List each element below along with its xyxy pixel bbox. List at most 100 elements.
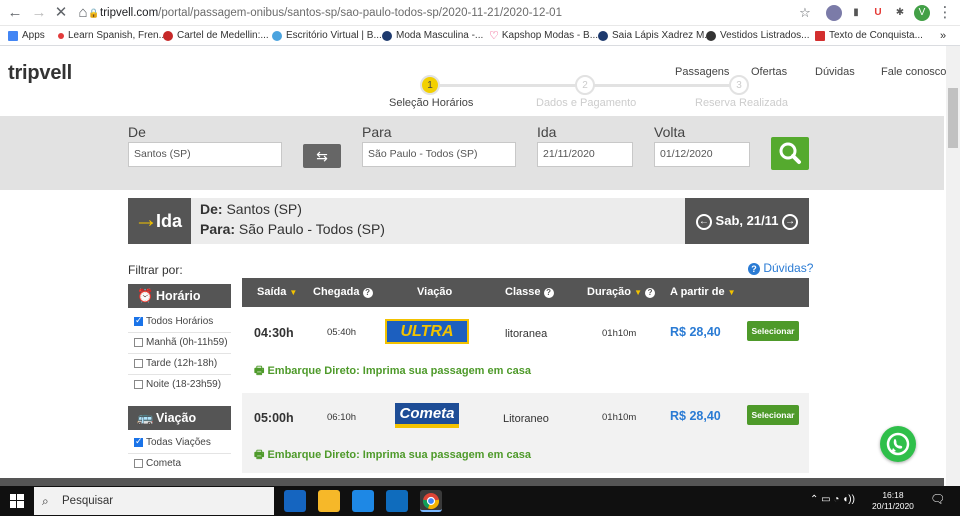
- direction-label: Ida: [156, 211, 183, 231]
- clock[interactable]: 16:18 20/11/2020: [872, 490, 914, 512]
- filter-viacao-header[interactable]: 🚌 Viação: [128, 406, 231, 430]
- destination-input[interactable]: São Paulo - Todos (SP): [362, 142, 516, 167]
- swap-arrows-icon: ⇆: [316, 148, 328, 164]
- address-bar[interactable]: tripvell.com/portal/passagem-onibus/sant…: [100, 4, 820, 22]
- back-icon[interactable]: ←: [6, 4, 24, 22]
- checkbox[interactable]: [134, 338, 143, 347]
- question-icon: ?: [543, 288, 554, 298]
- bookmark-saia-lapis[interactable]: Saia Lápis Xadrez M...: [598, 28, 713, 44]
- nav-ofertas[interactable]: Ofertas: [751, 66, 787, 78]
- bookmark-star-icon[interactable]: ☆: [796, 4, 814, 22]
- filter-tarde[interactable]: Tarde (12h-18h): [134, 358, 217, 369]
- help-link[interactable]: ? Dúvidas?: [748, 261, 813, 275]
- bookmark-moda-masculina[interactable]: Moda Masculina -...: [382, 28, 483, 44]
- departure-time: 05:00h: [254, 411, 294, 425]
- search-icon: ⌕: [42, 494, 49, 508]
- price: R$ 28,40: [670, 409, 721, 423]
- prev-day-icon[interactable]: ←: [695, 213, 712, 230]
- select-button[interactable]: Selecionar: [747, 405, 799, 425]
- checkbox[interactable]: [134, 359, 143, 368]
- scrollbar-thumb[interactable]: [948, 88, 958, 148]
- taskbar-search[interactable]: ⌕ Pesquisar: [34, 487, 274, 515]
- browser-menu-icon[interactable]: ⋮: [936, 4, 954, 22]
- filter-noite[interactable]: Noite (18-23h59): [134, 379, 221, 390]
- mail-icon[interactable]: [386, 490, 408, 512]
- column-duracao[interactable]: Duração ▼ ?: [587, 286, 656, 298]
- para-prefix: Para:: [200, 221, 236, 237]
- nav-duvidas[interactable]: Dúvidas: [815, 66, 855, 78]
- checkbox[interactable]: [134, 380, 143, 389]
- next-day-icon[interactable]: →: [782, 213, 799, 230]
- departure-date-input[interactable]: 21/11/2020: [537, 142, 633, 167]
- sort-caret-icon: ▼: [727, 288, 736, 297]
- whatsapp-chat-button[interactable]: [880, 426, 916, 462]
- swap-cities-button[interactable]: ⇆: [303, 144, 341, 168]
- filter-horario-header[interactable]: ⏰ Horário: [128, 284, 231, 308]
- nav-passagens[interactable]: Passagens: [675, 66, 729, 78]
- company-logo-ultra: ULTRA: [385, 319, 469, 344]
- column-saida[interactable]: Saída ▼: [257, 286, 297, 298]
- task-view-icon[interactable]: [284, 490, 306, 512]
- direction-badge: → Ida: [128, 198, 191, 244]
- checkbox[interactable]: [134, 315, 143, 326]
- bookmark-texto-conquista[interactable]: Texto de Conquista...: [815, 28, 923, 44]
- column-preco[interactable]: A partir de ▼: [670, 286, 736, 298]
- bookmark-favicon-icon: [598, 31, 608, 41]
- chrome-icon[interactable]: [420, 490, 442, 512]
- extension-bottle-icon[interactable]: ▮: [848, 5, 864, 21]
- bookmark-vestidos[interactable]: Vestidos Listrados...: [706, 28, 810, 44]
- column-classe[interactable]: Classe ?: [505, 286, 554, 298]
- column-viacao[interactable]: Viação: [417, 286, 452, 298]
- sort-caret-icon: ▼: [289, 288, 298, 297]
- filter-manha[interactable]: Manhã (0h-11h59): [134, 337, 228, 348]
- column-chegada[interactable]: Chegada ?: [313, 286, 373, 298]
- bookmark-apps[interactable]: Apps: [8, 28, 45, 44]
- filter-title: Filtrar por:: [128, 263, 183, 277]
- extension-u-icon[interactable]: U: [870, 5, 886, 21]
- return-date-input[interactable]: 01/12/2020: [654, 142, 750, 167]
- embarque-direto-note: 🖶 Embarque Direto: Imprima sua passagem …: [254, 449, 531, 461]
- windows-start-icon[interactable]: [10, 494, 24, 508]
- route-destination: São Paulo - Todos (SP): [238, 221, 385, 237]
- extension-circle-icon[interactable]: [826, 5, 842, 21]
- bookmark-favicon-icon: [272, 31, 282, 41]
- bookmark-escritorio[interactable]: Escritório Virtual | B...: [272, 28, 382, 44]
- site-logo[interactable]: tripvell: [8, 62, 72, 85]
- progress-line: [431, 84, 585, 87]
- filter-cometa[interactable]: Cometa: [134, 458, 181, 469]
- checkbox[interactable]: [134, 459, 143, 468]
- select-button[interactable]: Selecionar: [747, 321, 799, 341]
- embarque-direto-note: 🖶 Embarque Direto: Imprima sua passagem …: [254, 365, 531, 377]
- checkbox[interactable]: [134, 436, 143, 447]
- bookmark-learn-spanish[interactable]: Learn Spanish, Fren...: [58, 28, 167, 44]
- duration: 01h10m: [602, 412, 637, 423]
- tray-icons[interactable]: ⌃ ▭ ◔ ◖)): [810, 494, 855, 505]
- bookmark-dot-icon: [58, 33, 64, 39]
- profile-avatar[interactable]: V: [914, 5, 930, 21]
- bookmark-cartel[interactable]: Cartel de Medellin:...: [163, 28, 269, 44]
- duration: 01h10m: [602, 328, 637, 339]
- filter-todos-horarios[interactable]: Todos Horários: [134, 315, 213, 327]
- extensions-puzzle-icon[interactable]: ✱: [892, 5, 908, 21]
- store-icon[interactable]: [352, 490, 374, 512]
- filter-todas-viacoes[interactable]: Todas Viações: [134, 436, 211, 448]
- selected-date: Sab, 21/11: [715, 213, 779, 228]
- forward-icon[interactable]: →: [30, 4, 48, 22]
- search-button[interactable]: [771, 137, 809, 170]
- stop-icon[interactable]: ✕: [52, 4, 70, 22]
- step-3-label: Reserva Realizada: [695, 97, 788, 109]
- lock-icon[interactable]: 🔒: [88, 8, 99, 19]
- bookmarks-overflow-icon[interactable]: »: [940, 28, 946, 44]
- url-path: /portal/passagem-onibus/santos-sp/sao-pa…: [158, 7, 562, 19]
- bookmark-favicon-icon: [815, 31, 825, 41]
- search-icon: [779, 142, 801, 164]
- route-summary: De: Santos (SP) Para: São Paulo - Todos …: [191, 198, 685, 244]
- notifications-icon[interactable]: 🗨: [930, 493, 945, 505]
- origin-input[interactable]: Santos (SP): [128, 142, 282, 167]
- bus-icon: 🚌: [137, 410, 154, 425]
- bookmark-kapshop[interactable]: ♡ Kapshop Modas - B...: [489, 28, 598, 44]
- file-explorer-icon[interactable]: [318, 490, 340, 512]
- de-label: De: [128, 124, 146, 140]
- nav-fale-conosco[interactable]: Fale conosco: [881, 66, 946, 78]
- bookmark-favicon-icon: [163, 31, 173, 41]
